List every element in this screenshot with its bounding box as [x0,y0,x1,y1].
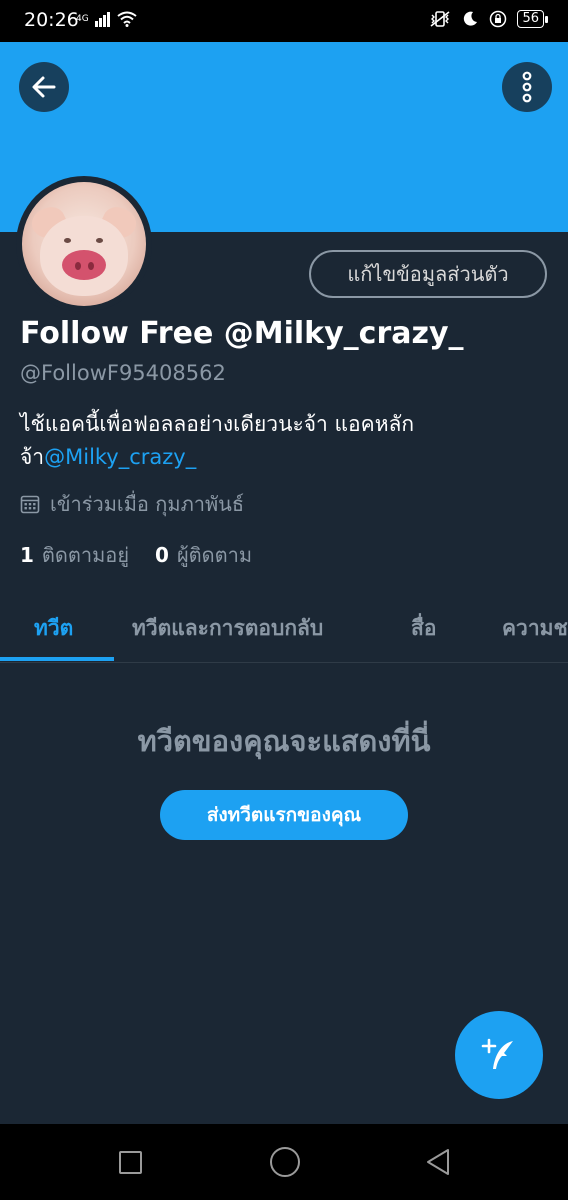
following-count: 1 [20,543,34,567]
bio-mention-link[interactable]: @Milky_crazy_ [44,445,196,469]
status-right-icons: 56 [429,10,548,28]
tab-tweets-and-replies[interactable]: ทวีตและการตอบกลับ [132,612,323,645]
empty-state-title: ทวีตของคุณจะแสดงที่นี่ [137,724,431,758]
edit-profile-button[interactable]: แก้ไขข้อมูลส่วนตัว [309,250,547,298]
home-button[interactable] [270,1147,300,1177]
display-name: Follow Free @Milky_crazy_ [20,316,464,351]
following-label: ติดตามอยู่ [41,543,130,567]
recent-apps-button[interactable] [119,1151,142,1174]
profile-tabs: ทวีต ทวีตและการตอบกลับ สื่อ ความช [0,596,568,663]
compose-tweet-button[interactable] [455,1011,543,1099]
back-button[interactable] [19,62,69,112]
followers-count: 0 [155,543,169,567]
follow-stats: 1 ติดตามอยู่ 0 ผู้ติดตาม [20,539,252,571]
more-vertical-icon [522,71,532,103]
moon-icon [464,11,478,26]
lock-rotation-icon [490,10,507,28]
tab-media[interactable]: สื่อ [411,612,436,645]
following-stat[interactable]: 1 ติดตามอยู่ [20,539,129,571]
active-tab-indicator [0,657,114,661]
joined-date: เข้าร่วมเมื่อ กุมภาพันธ์ [20,488,244,520]
avatar[interactable] [16,176,152,312]
avatar-image [22,182,146,306]
signal-icon [94,12,110,27]
user-handle: @FollowF95408562 [20,361,226,385]
status-left-icons: 4G [76,11,137,27]
status-time: 20:26 [24,9,79,31]
system-nav-bar [0,1124,568,1200]
joined-label: เข้าร่วมเมื่อ กุมภาพันธ์ [50,492,245,516]
tab-tweets[interactable]: ทวีต [34,612,73,645]
tab-likes[interactable]: ความช [502,612,568,645]
calendar-icon [20,495,40,514]
status-bar: 20:26 4G 56 [0,0,568,42]
battery-indicator: 56 [517,10,548,28]
followers-label: ผู้ติดตาม [176,543,253,567]
back-triangle-icon[interactable] [425,1148,451,1176]
followers-stat[interactable]: 0 ผู้ติดตาม [155,539,252,571]
wifi-icon [117,11,137,27]
send-first-tweet-button[interactable]: ส่งทวีตแรกของคุณ [160,790,408,840]
bio: ไช้แอคนี้เพื่อฟอลลอย่างเดียวนะจ้า แอคหลั… [20,408,550,474]
network-type: 4G [76,14,89,24]
vibrate-icon [430,11,450,27]
more-options-button[interactable] [502,62,552,112]
feather-plus-icon [481,1038,513,1069]
arrow-left-icon [32,76,56,98]
